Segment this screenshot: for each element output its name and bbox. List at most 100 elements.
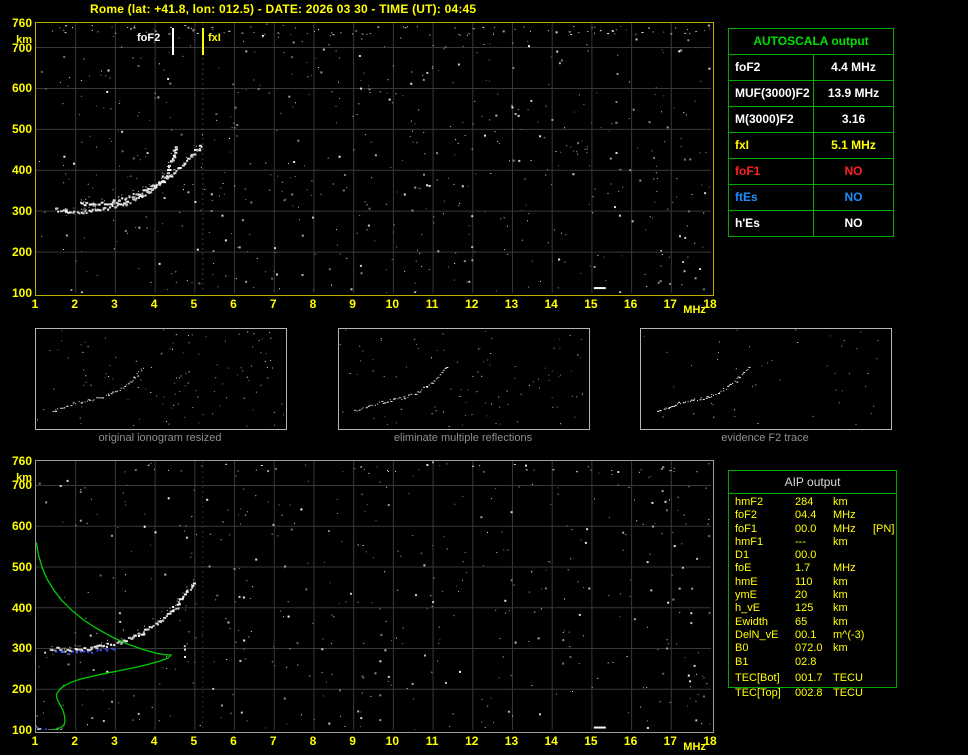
aip-row-h_vE: h_vE 125 km — [735, 602, 848, 615]
autoscala-row-M(3000)F2: M(3000)F2 3.16 — [729, 107, 893, 133]
x-tick: 14 — [544, 734, 558, 748]
x-tick: 7 — [269, 297, 277, 311]
autoscala-row-fxI: fxI 5.1 MHz — [729, 133, 893, 159]
x-tick: 17 — [663, 734, 677, 748]
y-tick: 300 — [11, 204, 32, 219]
aip-row-TEC[Bot]: TEC[Bot] 001.7 TECU — [735, 671, 863, 684]
aip-row-D1: D1 00.0 — [735, 549, 817, 562]
station-title: Rome (lat: +41.8, lon: 012.5) - DATE: 20… — [90, 2, 477, 16]
x-tick: 5 — [190, 734, 198, 748]
aip-row-DelN_vE: DelN_vE 00.1 m^(-3) — [735, 628, 865, 641]
x-tick: 15 — [584, 297, 598, 311]
aip-row-foF2: foF2 04.4 MHz — [735, 509, 856, 522]
aip-row-foF1: foF1 00.0 MHz [PN] — [735, 522, 895, 535]
x-tick: 11 — [425, 734, 439, 748]
autoscala-param-value: NO — [844, 164, 863, 178]
autoscala-param-value: 13.9 MHz — [827, 86, 880, 100]
x-tick: 16 — [623, 297, 638, 311]
fof2-marker-line — [172, 28, 174, 55]
x-tick: 4 — [150, 297, 158, 311]
fxi-marker-label: fxI — [208, 32, 221, 44]
main-ionogram-canvas — [36, 23, 711, 293]
y-tick: 500 — [11, 559, 32, 574]
autoscala-param-label: ftEs — [729, 185, 814, 210]
autoscala-row-ftEs: ftEs NO — [729, 185, 893, 211]
autoscala-param-value: 3.16 — [841, 112, 866, 126]
x-tick: 18 — [703, 297, 717, 311]
autoscala-param-value: 4.4 MHz — [831, 60, 876, 74]
restored-ionogram-canvas — [36, 461, 711, 730]
x-tick: 10 — [385, 297, 400, 311]
x-tick: 4 — [150, 734, 158, 748]
x-tick: 6 — [230, 297, 237, 311]
autoscala-table-rows: foF2 4.4 MHz MUF(3000)F2 13.9 MHz M(3000)F2 3… — [729, 55, 893, 236]
autoscala-row-MUF(3000)F2: MUF(3000)F2 13.9 MHz — [729, 81, 893, 107]
x-tick: 10 — [385, 734, 400, 748]
y-axis-unit: km — [16, 34, 32, 46]
x-tick: 13 — [504, 734, 519, 748]
thumbnail-filtered-caption: eliminate multiple reflections — [393, 432, 533, 444]
x-tick: 2 — [71, 297, 79, 311]
x-tick: 6 — [230, 734, 237, 748]
aip-table-header: AIP output — [729, 471, 896, 494]
x-tick: 5 — [190, 297, 198, 311]
y-axis-unit: km — [16, 472, 32, 484]
thumbnail-f2trace-caption: evidence F2 trace — [721, 432, 809, 444]
aip-row-Ewidth: Ewidth 65 km — [735, 615, 848, 628]
thumbnail-filtered — [338, 328, 590, 430]
thumbnail-original — [35, 328, 287, 430]
autoscala-screen: Rome (lat: +41.8, lon: 012.5) - DATE: 20… — [0, 0, 968, 755]
x-axis-unit: MHz — [683, 304, 706, 316]
aip-output-table: AIP output hmF2 284 km foF2 04.4 MHz foF1 00.0 M… — [728, 470, 897, 689]
x-tick: 17 — [663, 297, 677, 311]
x-tick: 11 — [425, 297, 439, 311]
autoscala-table-header: AUTOSCALA output — [729, 29, 893, 55]
autoscala-param-label: h'Es — [729, 211, 814, 236]
thumbnail-original-caption: original ionogram resized — [98, 432, 222, 444]
autoscala-row-foF1: foF1 NO — [729, 159, 893, 185]
autoscala-row-h'Es: h'Es NO — [729, 211, 893, 236]
y-tick: 760 — [11, 16, 32, 30]
autoscala-param-value: 5.1 MHz — [831, 138, 876, 152]
x-tick: 12 — [465, 297, 479, 311]
x-tick: 16 — [623, 734, 638, 748]
autoscala-output-table: AUTOSCALA output foF2 4.4 MHz MUF(3000)F2 1… — [728, 28, 894, 237]
y-tick: 700 — [11, 478, 32, 493]
x-tick: 7 — [269, 734, 277, 748]
aip-table-rows: hmF2 284 km foF2 04.4 MHz foF1 00.0 MHz [PN] hmF1-… — [729, 496, 896, 685]
aip-row-hmF2: hmF2 284 km — [735, 496, 848, 508]
x-tick: 8 — [309, 297, 317, 311]
fxi-marker-line — [202, 28, 204, 55]
y-tick: 100 — [11, 723, 32, 737]
x-tick: 1 — [31, 297, 39, 311]
aip-row-TEC[Top]: TEC[Top] 002.8 TECU — [735, 687, 863, 699]
autoscala-param-value: NO — [844, 190, 863, 204]
autoscala-param-label: M(3000)F2 — [729, 107, 814, 132]
y-tick: 700 — [11, 40, 32, 55]
y-tick: 300 — [11, 641, 32, 656]
y-tick: 600 — [11, 81, 32, 96]
x-tick: 3 — [111, 297, 118, 311]
x-tick: 9 — [349, 734, 356, 748]
x-tick: 13 — [504, 297, 519, 311]
y-tick: 400 — [11, 600, 32, 615]
y-tick: 500 — [11, 122, 32, 137]
x-tick: 2 — [71, 734, 79, 748]
x-tick: 18 — [703, 734, 717, 748]
restored-ionogram — [35, 460, 714, 733]
autoscala-param-label: foF2 — [729, 55, 814, 80]
aip-row-hmE: hmE 110 km — [735, 575, 848, 588]
autoscala-row-foF2: foF2 4.4 MHz — [729, 55, 893, 81]
x-tick: 8 — [309, 734, 317, 748]
aip-row-B1: B1 02.8 — [735, 655, 817, 668]
y-tick: 760 — [11, 454, 32, 468]
main-ionogram: foF2 fxI — [35, 22, 714, 296]
aip-row-B0: B0 072.0 km — [735, 642, 848, 655]
autoscala-param-label: MUF(3000)F2 — [729, 81, 814, 106]
x-tick: 15 — [584, 734, 598, 748]
autoscala-param-label: fxI — [729, 133, 814, 158]
autoscala-param-value: NO — [844, 216, 863, 230]
y-tick: 200 — [11, 245, 32, 260]
x-tick: 9 — [349, 297, 356, 311]
aip-row-ymE: ymE 20 km — [735, 589, 848, 602]
